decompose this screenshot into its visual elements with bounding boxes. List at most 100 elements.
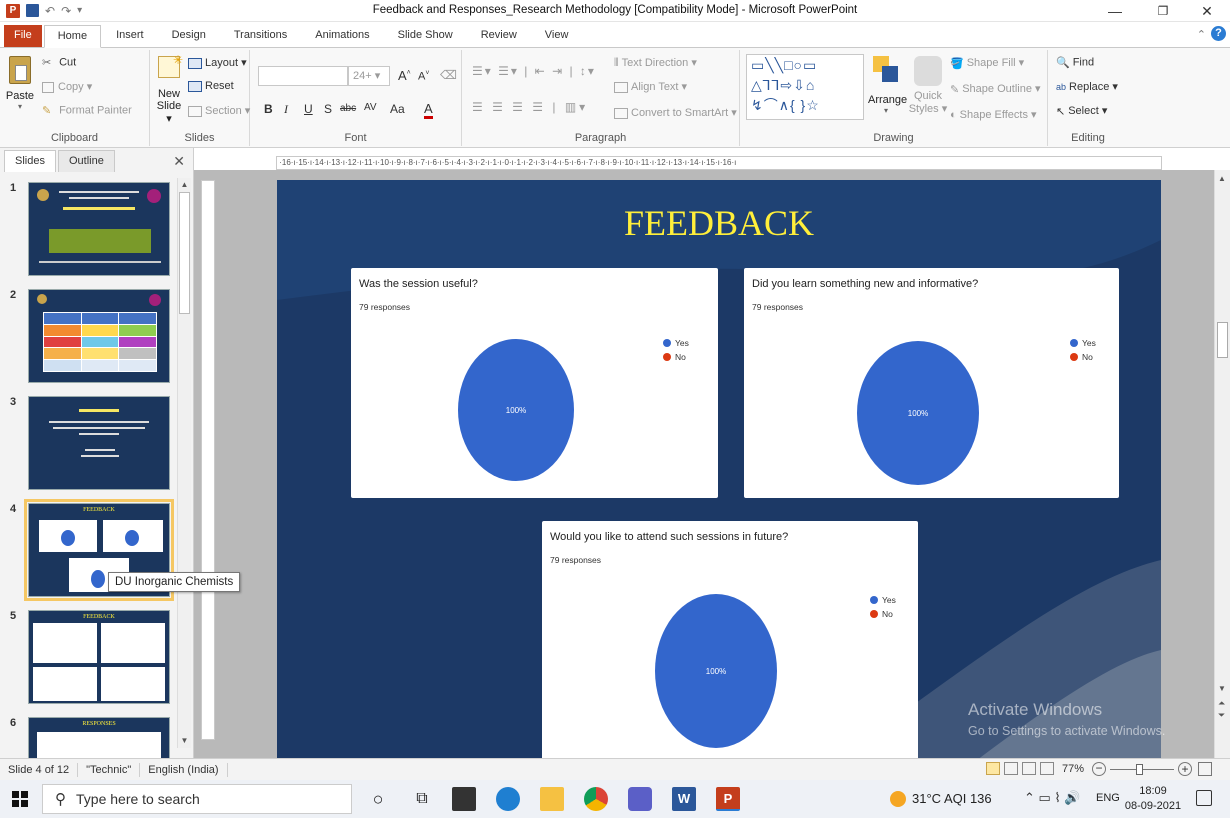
tab-outline[interactable]: Outline <box>57 150 115 172</box>
ppt-taskbar-icon[interactable]: P <box>716 787 740 811</box>
change-case-button[interactable]: Aa <box>390 102 405 116</box>
windows-start-icon[interactable] <box>12 791 28 807</box>
shape-outline-button[interactable]: ✎ Shape Outline ▾ <box>950 82 1041 96</box>
layout-button[interactable]: Layout ▾ <box>188 56 247 69</box>
tab-review[interactable]: Review <box>468 25 530 47</box>
paste-button[interactable]: Paste ▾ <box>4 54 36 126</box>
cut-button[interactable]: ✂ Cut <box>42 56 76 69</box>
panel-close-icon[interactable]: ✕ <box>173 153 185 170</box>
tab-insert[interactable]: Insert <box>103 25 157 47</box>
zoom-level[interactable]: 77% <box>1062 763 1084 775</box>
slide-thumbnail-5[interactable]: FEEDBACK <box>28 610 170 704</box>
tab-slide-show[interactable]: Slide Show <box>385 25 466 47</box>
slide[interactable]: FEEDBACK Was the session useful? 79 resp… <box>277 180 1161 760</box>
quick-styles-button[interactable]: Quick Styles ▾ <box>908 54 948 115</box>
panel-scroll-thumb[interactable] <box>179 192 190 314</box>
reset-button[interactable]: Reset <box>188 80 234 92</box>
font-size-box[interactable]: 24+ ▾ <box>348 66 390 86</box>
cortana-icon[interactable]: ○ <box>366 787 390 811</box>
slide-thumbnail-3[interactable] <box>28 396 170 490</box>
tray-icons[interactable]: ⌃ ▭ ⌇ 🔊 <box>1024 790 1081 806</box>
align-text-button[interactable]: Align Text ▾ <box>614 80 687 93</box>
weather-icon[interactable] <box>890 791 906 807</box>
grow-font-button[interactable]: A˄ <box>398 68 411 83</box>
close-button[interactable]: ✕ <box>1184 0 1230 22</box>
zoom-in-button[interactable]: + <box>1178 762 1192 776</box>
zoom-out-button[interactable]: − <box>1092 762 1106 776</box>
strikethrough-button[interactable]: abc <box>340 103 356 114</box>
restore-button[interactable]: ❐ <box>1140 0 1186 22</box>
redo-icon[interactable]: ↷ <box>61 4 71 18</box>
slide-scroll-thumb[interactable] <box>1217 322 1228 358</box>
edge-icon[interactable] <box>496 787 520 811</box>
section-button[interactable]: Section ▾ <box>188 104 250 117</box>
shape-effects-button[interactable]: ◐ Shape Effects ▾ <box>950 108 1037 121</box>
taskbar-search[interactable]: ⚲ Type here to search <box>42 784 352 814</box>
arrange-button[interactable]: Arrange ▾ <box>868 54 907 115</box>
notification-icon[interactable] <box>1196 790 1212 806</box>
chrome-icon[interactable] <box>584 787 608 811</box>
help-icon[interactable]: ? <box>1211 26 1226 41</box>
italic-button[interactable]: I <box>284 102 288 117</box>
shape-fill-button[interactable]: 🪣 Shape Fill ▾ <box>950 56 1024 70</box>
normal-view-icon[interactable] <box>986 762 1000 775</box>
save-icon[interactable] <box>26 4 39 17</box>
font-name-box[interactable] <box>258 66 348 86</box>
word-icon[interactable]: W <box>672 787 696 811</box>
slide-thumbnail-6[interactable]: RESPONSES <box>28 717 170 758</box>
new-slide-button[interactable]: ✳ New Slide ▾ <box>154 53 184 126</box>
bullets-button[interactable]: ☰▾ ☰▾ | ⇤ ⇥ | ↕▾ <box>472 64 596 78</box>
minimize-button[interactable]: — <box>1092 0 1138 22</box>
panel-scrollbar[interactable]: ▲ ▼ <box>177 178 191 748</box>
store-icon[interactable] <box>452 787 476 811</box>
font-color-button[interactable]: A <box>424 101 433 119</box>
alignment-buttons[interactable]: ☰ ☰ ☰ ☰ | ▥▾ <box>472 100 588 114</box>
format-painter-button[interactable]: ✎ Format Painter <box>42 104 132 117</box>
collapse-ribbon-icon[interactable]: ⌃ <box>1197 28 1206 41</box>
previous-slide-button[interactable]: ⏶ <box>1218 698 1225 709</box>
shrink-font-button[interactable]: A˅ <box>418 70 429 83</box>
tab-animations[interactable]: Animations <box>302 25 382 47</box>
tab-file[interactable]: File <box>4 25 42 47</box>
tab-view[interactable]: View <box>532 25 582 47</box>
teams-icon[interactable] <box>628 787 652 811</box>
clear-format-button[interactable]: ⌫ <box>440 68 457 82</box>
clock[interactable]: 18:09 08-09-2021 <box>1124 784 1182 814</box>
chart-legend: Yes No <box>1070 338 1096 366</box>
status-language[interactable]: English (India) <box>140 762 228 777</box>
slide-scrollbar[interactable]: ▲ ▼ ⏶ ⏷ <box>1214 170 1230 758</box>
feedback-card-3[interactable]: Would you like to attend such sessions i… <box>542 521 918 760</box>
find-button[interactable]: 🔍 Find <box>1056 56 1094 69</box>
tab-home[interactable]: Home <box>43 25 102 48</box>
bold-button[interactable]: B <box>264 102 273 116</box>
slide-thumbnail-1[interactable] <box>28 182 170 276</box>
status-theme[interactable]: "Technic" <box>78 762 141 777</box>
fit-slide-icon[interactable] <box>1198 762 1212 776</box>
replace-button[interactable]: ab Replace ▾ <box>1056 80 1118 93</box>
slide-thumbnail-2[interactable] <box>28 289 170 383</box>
explorer-icon[interactable] <box>540 787 564 811</box>
feedback-card-2[interactable]: Did you learn something new and informat… <box>744 268 1119 498</box>
underline-button[interactable]: U <box>304 102 313 116</box>
copy-button[interactable]: Copy ▾ <box>42 80 92 93</box>
tab-transitions[interactable]: Transitions <box>221 25 300 47</box>
shadow-button[interactable]: S <box>324 102 332 116</box>
task-view-icon[interactable]: ⧉ <box>410 787 434 811</box>
char-spacing-button[interactable]: AV <box>364 102 377 113</box>
text-direction-button[interactable]: ⫴ Text Direction ▾ <box>614 56 697 70</box>
reading-view-icon[interactable] <box>1022 762 1036 775</box>
next-slide-button[interactable]: ⏷ <box>1218 710 1225 721</box>
sorter-view-icon[interactable] <box>1004 762 1018 775</box>
select-button[interactable]: ↖ Select ▾ <box>1056 104 1107 118</box>
ime-indicator[interactable]: ENG <box>1096 792 1120 804</box>
customize-qa-icon[interactable]: ▾ <box>77 5 82 16</box>
tab-slides[interactable]: Slides <box>4 150 56 172</box>
convert-smartart-button[interactable]: Convert to SmartArt ▾ <box>614 106 737 119</box>
weather-text[interactable]: 31°C AQI 136 <box>912 791 992 806</box>
tab-design[interactable]: Design <box>159 25 219 47</box>
slideshow-view-icon[interactable] <box>1040 762 1054 775</box>
zoom-slider-thumb[interactable] <box>1136 764 1143 775</box>
shapes-gallery[interactable]: ▭╲╲□○▭ △⅂⅂⇨⇩⌂ ↯⌒∧{ }☆ <box>746 54 864 120</box>
feedback-card-1[interactable]: Was the session useful? 79 responses 100… <box>351 268 718 498</box>
undo-icon[interactable]: ↶ <box>45 4 55 18</box>
